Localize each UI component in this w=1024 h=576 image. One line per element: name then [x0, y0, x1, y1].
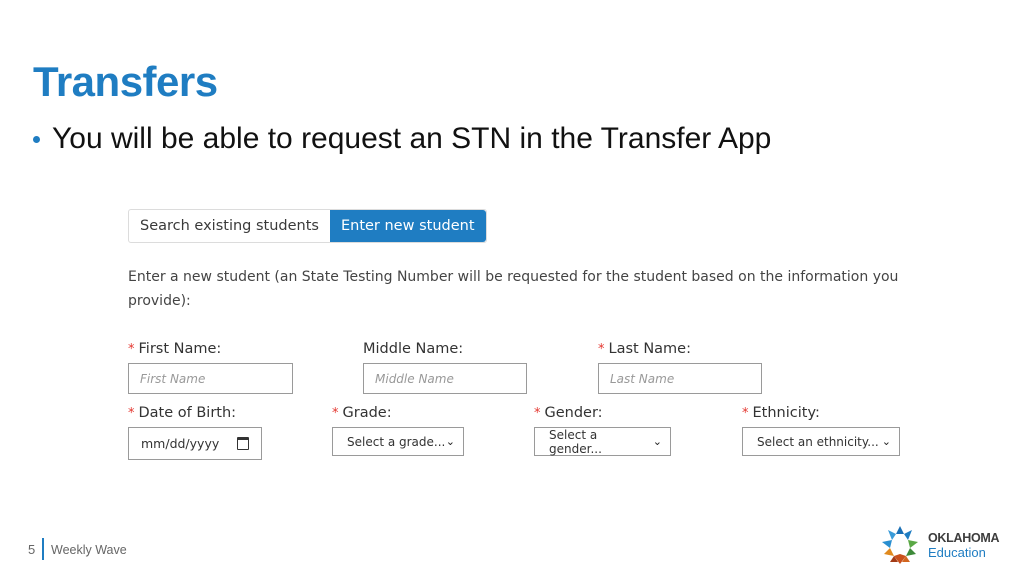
dob-input[interactable]: mm/dd/yyyy — [128, 427, 262, 460]
gender-label-text: Gender: — [544, 405, 603, 421]
grade-label-text: Grade: — [342, 405, 392, 421]
calendar-icon[interactable] — [237, 437, 249, 450]
ethnicity-label-text: Ethnicity: — [752, 405, 820, 421]
tab-enter-new-student[interactable]: Enter new student — [329, 210, 486, 242]
logo-segment — [884, 548, 894, 556]
slide-title: Transfers — [33, 58, 218, 105]
gender-select[interactable]: Select a gender... ⌄ — [534, 427, 671, 456]
dob-value: mm/dd/yyyy — [141, 436, 220, 451]
required-marker: * — [128, 342, 135, 357]
last-name-input[interactable]: Last Name — [598, 363, 762, 394]
gender-label: * Gender: — [534, 405, 603, 421]
student-tabs: Search existing students Enter new stude… — [128, 209, 487, 243]
form-description: Enter a new student (an State Testing Nu… — [128, 269, 899, 309]
dob-label-text: Date of Birth: — [138, 405, 237, 421]
logo-text-oklahoma: OKLAHOMA — [928, 531, 1000, 545]
gender-selected: Select a gender... — [549, 427, 602, 456]
logo-segment — [882, 540, 892, 548]
required-marker: * — [742, 406, 749, 421]
logo-segment — [908, 540, 918, 548]
grade-selected: Select a grade... — [347, 434, 446, 449]
chevron-down-icon: ⌄ — [652, 435, 662, 448]
last-name-label: * Last Name: — [598, 341, 691, 357]
logo-segment — [906, 548, 916, 556]
oklahoma-star-logo-icon — [882, 526, 918, 564]
logo-text-education: Education — [928, 545, 986, 560]
first-name-label-text: First Name: — [138, 341, 222, 357]
ethnicity-selected: Select an ethnicity... — [757, 434, 879, 449]
ethnicity-label: * Ethnicity: — [742, 405, 820, 421]
grade-label: * Grade: — [332, 405, 392, 421]
chevron-down-icon: ⌄ — [445, 435, 455, 448]
first-name-input[interactable]: First Name — [128, 363, 293, 394]
dob-label: * Date of Birth: — [128, 405, 236, 421]
bullet-point: You will be able to request an STN in th… — [30, 122, 771, 156]
last-name-label-text: Last Name: — [608, 341, 691, 357]
footer-text: Weekly Wave — [51, 543, 127, 557]
ethnicity-select[interactable]: Select an ethnicity... ⌄ — [742, 427, 900, 456]
tab-search-existing-students[interactable]: Search existing students — [129, 210, 330, 242]
middle-name-input[interactable]: Middle Name — [363, 363, 527, 394]
first-name-label: * First Name: — [128, 341, 221, 357]
footer-divider — [42, 538, 44, 560]
required-marker: * — [128, 406, 135, 421]
logo-segment — [904, 530, 912, 540]
required-marker: * — [598, 342, 605, 357]
grade-select[interactable]: Select a grade... ⌄ — [332, 427, 464, 456]
logo-segment — [896, 526, 904, 534]
required-marker: * — [534, 406, 541, 421]
page-number: 5 — [28, 542, 36, 557]
required-marker: * — [332, 406, 339, 421]
logo-segment — [888, 530, 896, 540]
middle-name-label: Middle Name: — [363, 341, 464, 357]
bullet-text: You will be able to request an STN in th… — [52, 122, 772, 155]
bullet-icon — [33, 135, 40, 143]
chevron-down-icon: ⌄ — [881, 435, 891, 448]
